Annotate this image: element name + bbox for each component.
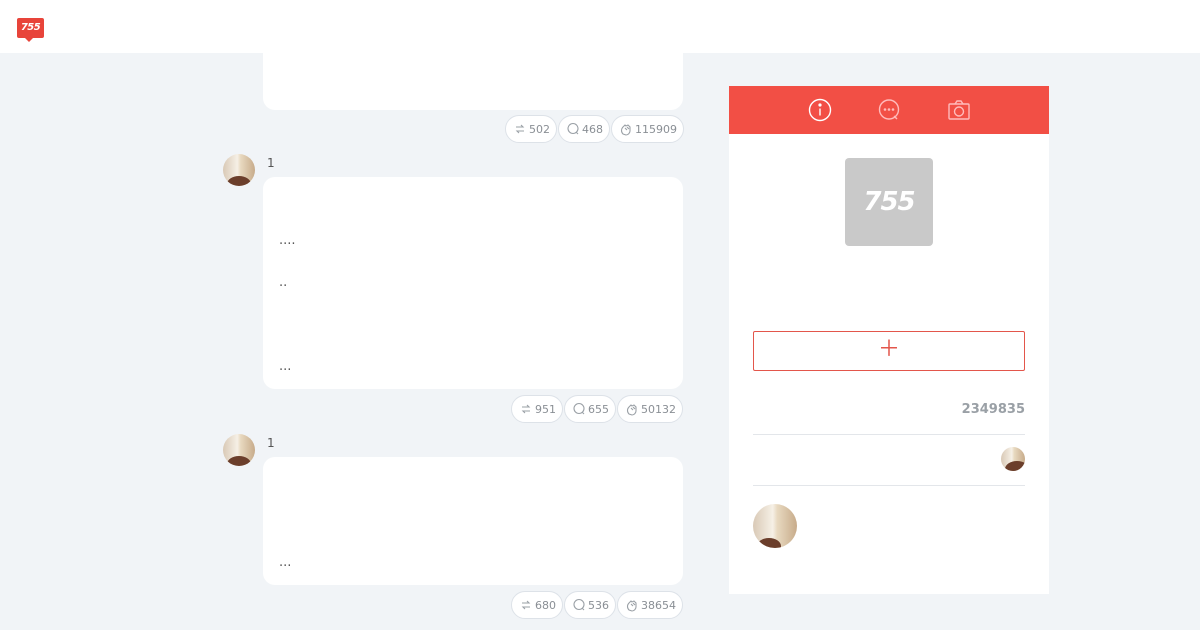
member-avatar[interactable]	[753, 504, 797, 548]
repost-button[interactable]: 502	[505, 115, 557, 143]
follower-count: 2349835	[961, 402, 1025, 417]
username[interactable]: 1	[267, 156, 275, 170]
repost-button[interactable]: 951	[511, 395, 563, 423]
repost-button[interactable]: 680	[511, 591, 563, 619]
comment-icon	[567, 122, 579, 135]
repost-icon	[515, 124, 525, 134]
repost-count: 502	[529, 122, 550, 136]
applause-count: 115909	[635, 122, 677, 136]
repost-count: 951	[535, 402, 556, 416]
profile-logo: 755	[845, 158, 933, 246]
post-card: ...	[263, 457, 683, 585]
comment-button[interactable]: 468	[558, 115, 610, 143]
clap-icon	[626, 404, 637, 416]
follow-button[interactable]: ＋	[753, 331, 1025, 371]
divider	[753, 485, 1025, 486]
applause-button[interactable]: 50132	[617, 395, 683, 423]
applause-count: 38654	[641, 598, 676, 612]
repost-icon	[521, 600, 531, 610]
comment-button[interactable]: 536	[564, 591, 616, 619]
clap-icon	[620, 124, 631, 136]
profile-sidebar: 755 ＋ 2349835	[729, 86, 1049, 594]
post-card: .... .. ...	[263, 177, 683, 389]
camera-icon[interactable]	[947, 98, 971, 122]
avatar[interactable]	[223, 434, 255, 466]
comment-count: 655	[588, 402, 609, 416]
comment-icon	[573, 598, 585, 611]
comment-count: 468	[582, 122, 603, 136]
applause-button[interactable]: 115909	[611, 115, 684, 143]
comment-button[interactable]: 655	[564, 395, 616, 423]
post-card	[263, 40, 683, 110]
divider	[753, 434, 1025, 435]
chat-bubble-icon[interactable]	[877, 98, 901, 122]
sidebar-tab-bar	[729, 86, 1049, 134]
post-text: ..	[279, 275, 288, 290]
comment-icon	[573, 402, 585, 415]
post-text: ...	[279, 555, 292, 570]
comment-count: 536	[588, 598, 609, 612]
post-text: ...	[279, 359, 292, 374]
repost-icon	[521, 404, 531, 414]
clap-icon	[626, 600, 637, 612]
applause-count: 50132	[641, 402, 676, 416]
repost-count: 680	[535, 598, 556, 612]
post-text: ....	[279, 233, 296, 248]
applause-button[interactable]: 38654	[617, 591, 683, 619]
info-icon[interactable]	[808, 98, 832, 122]
username[interactable]: 1	[267, 436, 275, 450]
small-avatar[interactable]	[1001, 447, 1025, 471]
avatar[interactable]	[223, 154, 255, 186]
logo[interactable]: 755	[17, 18, 44, 42]
